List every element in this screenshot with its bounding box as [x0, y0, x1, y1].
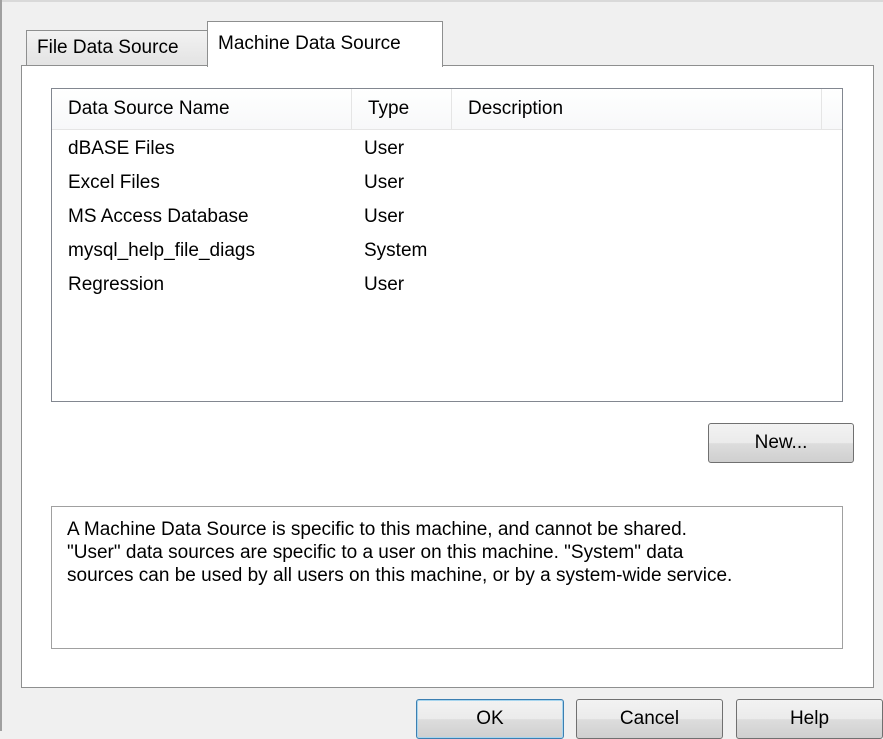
new-button[interactable]: New... [708, 423, 854, 463]
list-item[interactable]: mysql_help_file_diags System [52, 234, 842, 268]
list-item[interactable]: MS Access Database User [52, 200, 842, 234]
help-button[interactable]: Help [736, 699, 883, 739]
data-source-type: User [364, 138, 405, 159]
tab-file-data-source[interactable]: File Data Source [26, 30, 209, 66]
list-body: dBASE Files User Excel Files User MS Acc… [52, 132, 842, 302]
cancel-button[interactable]: Cancel [576, 699, 723, 739]
data-source-list[interactable]: Data Source Name Type Description dBASE … [51, 88, 843, 402]
window-top-edge [0, 0, 883, 2]
data-source-name: Excel Files [68, 172, 160, 193]
data-source-type: User [364, 206, 405, 227]
column-header-type[interactable]: Type [352, 89, 452, 129]
data-source-name: Regression [68, 274, 165, 295]
data-source-name: MS Access Database [68, 206, 249, 227]
data-source-type: User [364, 172, 405, 193]
list-item[interactable]: Regression User [52, 268, 842, 302]
description-line: A Machine Data Source is specific to thi… [67, 519, 687, 540]
ok-button[interactable]: OK [416, 699, 564, 739]
data-source-name: mysql_help_file_diags [68, 240, 255, 261]
data-source-type: User [364, 274, 405, 295]
list-item[interactable]: dBASE Files User [52, 132, 842, 166]
description-box: A Machine Data Source is specific to thi… [51, 506, 843, 649]
list-header: Data Source Name Type Description [52, 89, 842, 130]
data-source-name: dBASE Files [68, 138, 175, 159]
list-item[interactable]: Excel Files User [52, 166, 842, 200]
column-header-description[interactable]: Description [452, 89, 822, 129]
description-line: sources can be used by all users on this… [67, 565, 733, 586]
machine-data-source-panel: Data Source Name Type Description dBASE … [21, 65, 874, 688]
window-left-edge [0, 0, 2, 731]
description-line: "User" data sources are specific to a us… [67, 542, 684, 563]
data-source-type: System [364, 240, 428, 261]
tab-machine-data-source[interactable]: Machine Data Source [207, 21, 443, 67]
column-header-data-source-name[interactable]: Data Source Name [52, 89, 352, 129]
